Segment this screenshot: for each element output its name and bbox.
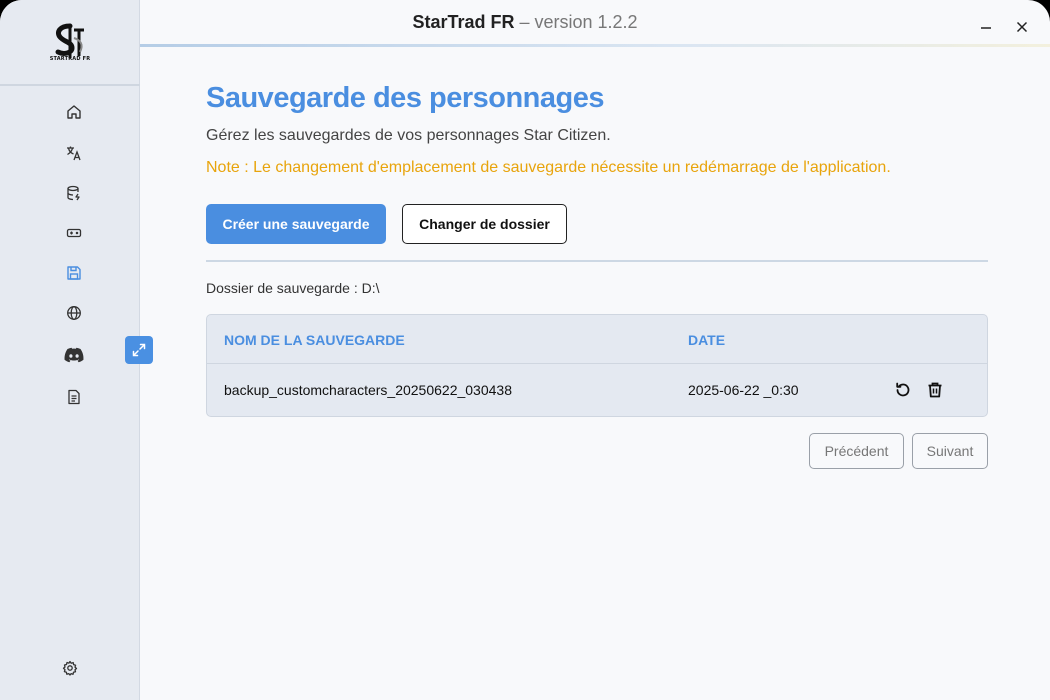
- gamepad-icon: [66, 228, 82, 238]
- backup-name: backup_customcharacters_20250622_030438: [224, 382, 512, 398]
- nav-save[interactable]: [60, 259, 88, 287]
- document-icon: [68, 389, 80, 405]
- table-row: backup_customcharacters_20250622_030438 …: [207, 364, 987, 416]
- column-header-name: NOM DE LA SAUVEGARDE: [224, 332, 405, 348]
- trash-icon: [928, 382, 942, 398]
- nav-globe[interactable]: [60, 299, 88, 327]
- discord-icon: [64, 347, 84, 363]
- change-folder-button[interactable]: Changer de dossier: [402, 204, 567, 244]
- logo-area: STARTRAD FR: [0, 0, 140, 86]
- nav-database[interactable]: [60, 179, 88, 207]
- title-bar-divider: [140, 44, 1050, 47]
- page-title: Sauvegarde des personnages: [206, 82, 605, 114]
- nav-translation[interactable]: [60, 139, 88, 167]
- app-name: StarTrad FR: [412, 12, 515, 32]
- logo-text: STARTRAD FR: [49, 56, 91, 62]
- minimize-button[interactable]: [975, 16, 997, 38]
- settings-icon: [62, 660, 78, 676]
- expand-icon: [132, 343, 146, 357]
- globe-icon: [67, 306, 81, 320]
- page-subtitle: Gérez les sauvegardes de vos personnages…: [206, 127, 611, 144]
- app-title: StarTrad FR – version 1.2.2: [140, 12, 910, 33]
- section-divider: [206, 260, 988, 262]
- title-bar: StarTrad FR – version 1.2.2: [140, 0, 1050, 46]
- save-icon: [67, 266, 81, 280]
- backup-folder-label: Dossier de sauvegarde : D:\: [206, 280, 380, 296]
- app-window: STARTRAD FR StarTrad FR – version 1.2.2 …: [0, 0, 1050, 700]
- restart-note: Note : Le changement d'emplacement de sa…: [206, 159, 891, 176]
- translate-icon: [67, 146, 81, 161]
- close-icon: [1016, 21, 1028, 33]
- close-button[interactable]: [1011, 16, 1033, 38]
- expand-button[interactable]: [125, 336, 153, 364]
- nav-discord[interactable]: [60, 341, 88, 369]
- previous-page-button[interactable]: Précédent: [809, 433, 904, 469]
- restore-icon: [896, 382, 910, 397]
- create-backup-button[interactable]: Créer une sauvegarde: [206, 204, 386, 244]
- nav-gamepad[interactable]: [60, 219, 88, 247]
- home-icon: [67, 105, 81, 119]
- app-version: – version 1.2.2: [514, 12, 638, 32]
- database-icon: [67, 185, 80, 201]
- nav-home[interactable]: [60, 98, 88, 126]
- minimize-icon: [981, 27, 991, 29]
- delete-button[interactable]: [925, 380, 945, 400]
- restore-button[interactable]: [893, 380, 913, 400]
- nav-settings[interactable]: [56, 654, 84, 682]
- nav-document[interactable]: [60, 383, 88, 411]
- backups-table: NOM DE LA SAUVEGARDE DATE backup_customc…: [206, 314, 988, 417]
- next-page-button[interactable]: Suivant: [912, 433, 988, 469]
- column-header-date: DATE: [688, 332, 726, 348]
- sidebar: STARTRAD FR: [0, 0, 140, 700]
- backup-date: 2025-06-22 _0:30: [688, 382, 799, 398]
- table-header: NOM DE LA SAUVEGARDE DATE: [207, 315, 987, 364]
